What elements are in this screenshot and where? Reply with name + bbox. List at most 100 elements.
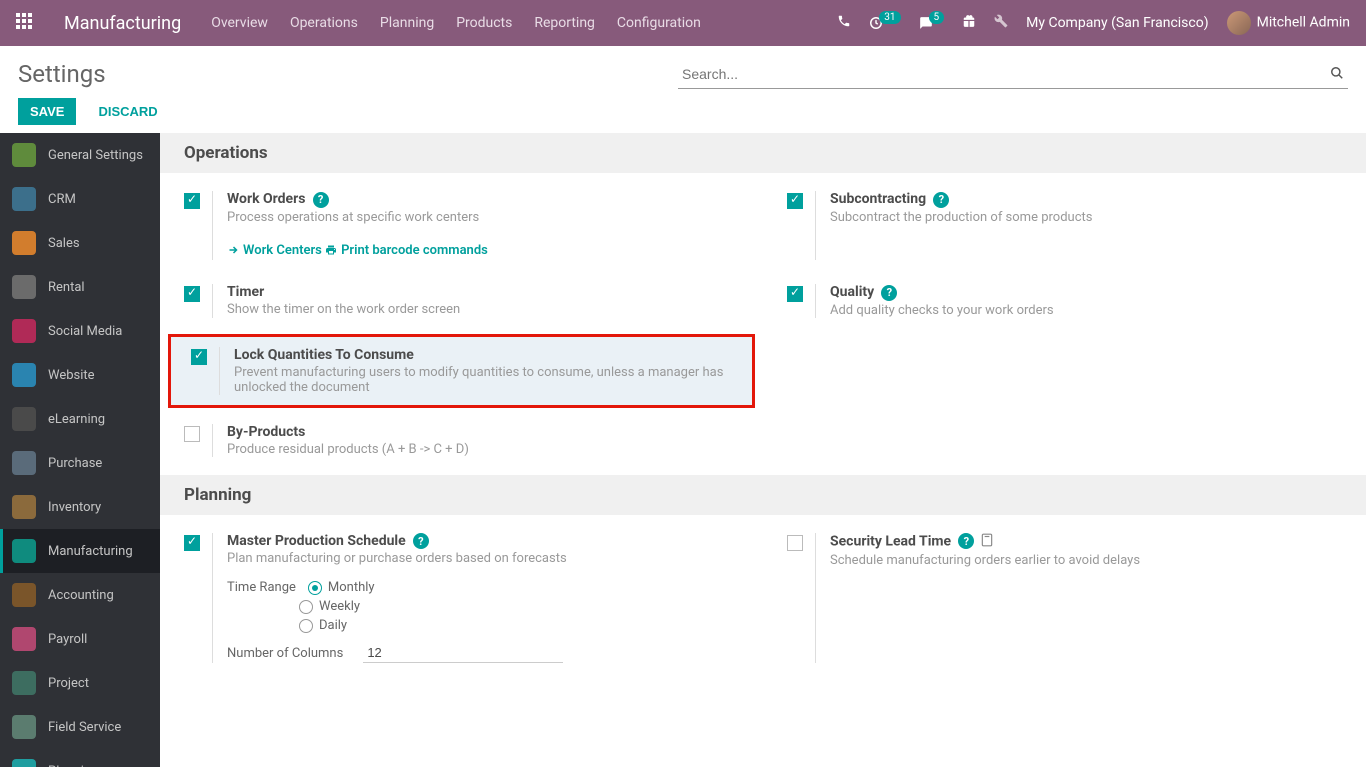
num-columns-input[interactable]: [363, 643, 563, 663]
quality-checkbox[interactable]: [787, 286, 803, 302]
module-icon: [12, 319, 36, 343]
topnav-overview[interactable]: Overview: [211, 15, 268, 31]
mps-checkbox[interactable]: [184, 535, 200, 551]
module-icon: [12, 143, 36, 167]
search-icon[interactable]: [1330, 66, 1344, 84]
timer-title: Timer: [227, 284, 264, 300]
sidebar-item-label: Purchase: [48, 456, 102, 471]
topnav-menu: Overview Operations Planning Products Re…: [211, 15, 701, 31]
topnav-planning[interactable]: Planning: [380, 15, 434, 31]
calculator-icon[interactable]: [980, 536, 994, 551]
work-centers-link[interactable]: Work Centers: [227, 243, 322, 258]
time-range-daily-radio[interactable]: [299, 619, 313, 633]
sidebar-item-planning[interactable]: Planning: [0, 749, 160, 767]
lock-quantities-checkbox[interactable]: [191, 349, 207, 365]
sidebar-item-sales[interactable]: Sales: [0, 221, 160, 265]
sidebar-item-label: Social Media: [48, 324, 122, 339]
sidebar-item-payroll[interactable]: Payroll: [0, 617, 160, 661]
mps-desc: Plan manufacturing or purchase orders ba…: [227, 551, 743, 566]
time-range-weekly-label: Weekly: [319, 599, 360, 614]
sidebar-item-rental[interactable]: Rental: [0, 265, 160, 309]
discuss-icon[interactable]: 5: [919, 16, 945, 30]
company-selector[interactable]: My Company (San Francisco): [1026, 15, 1208, 31]
work-orders-title: Work Orders: [227, 191, 305, 207]
page-title: Settings: [18, 60, 170, 88]
module-icon: [12, 275, 36, 299]
gift-icon[interactable]: [962, 14, 976, 32]
sidebar-item-purchase[interactable]: Purchase: [0, 441, 160, 485]
print-barcode-link[interactable]: Print barcode commands: [325, 243, 488, 258]
sidebar-item-general-settings[interactable]: General Settings: [0, 133, 160, 177]
topnav-operations[interactable]: Operations: [290, 15, 358, 31]
security-lead-title: Security Lead Time: [830, 533, 951, 549]
time-range-daily-label: Daily: [319, 618, 347, 633]
debug-icon[interactable]: [994, 14, 1008, 32]
by-products-desc: Produce residual products (A + B -> C + …: [227, 442, 743, 457]
work-orders-desc: Process operations at specific work cent…: [227, 210, 743, 225]
mps-title: Master Production Schedule: [227, 533, 406, 549]
user-menu[interactable]: Mitchell Admin: [1227, 11, 1350, 35]
by-products-title: By-Products: [227, 424, 305, 440]
quality-desc: Add quality checks to your work orders: [830, 303, 1346, 318]
sidebar-item-field-service[interactable]: Field Service: [0, 705, 160, 749]
save-button[interactable]: SAVE: [18, 98, 76, 125]
help-icon[interactable]: ?: [881, 285, 897, 301]
sidebar-item-label: Sales: [48, 236, 80, 251]
help-icon[interactable]: ?: [313, 192, 329, 208]
sidebar-item-manufacturing[interactable]: Manufacturing: [0, 529, 160, 573]
apps-launcher-icon[interactable]: [16, 13, 36, 33]
timer-desc: Show the timer on the work order screen: [227, 302, 743, 317]
module-icon: [12, 539, 36, 563]
sidebar-item-label: Inventory: [48, 500, 101, 515]
timer-checkbox[interactable]: [184, 286, 200, 302]
avatar-icon: [1227, 11, 1251, 35]
module-icon: [12, 495, 36, 519]
help-icon[interactable]: ?: [933, 192, 949, 208]
section-planning: Planning: [160, 475, 1366, 515]
sidebar-item-label: Project: [48, 676, 89, 691]
app-brand: Manufacturing: [64, 13, 181, 34]
quality-title: Quality: [830, 284, 874, 300]
sidebar-item-website[interactable]: Website: [0, 353, 160, 397]
sidebar-item-label: Rental: [48, 280, 85, 295]
subcontracting-checkbox[interactable]: [787, 193, 803, 209]
sidebar-item-label: Accounting: [48, 588, 114, 603]
topnav-reporting[interactable]: Reporting: [534, 15, 595, 31]
work-centers-label: Work Centers: [243, 243, 322, 258]
sidebar-item-inventory[interactable]: Inventory: [0, 485, 160, 529]
topnav-configuration[interactable]: Configuration: [617, 15, 701, 31]
topnav-products[interactable]: Products: [456, 15, 512, 31]
sidebar-item-crm[interactable]: CRM: [0, 177, 160, 221]
work-orders-checkbox[interactable]: [184, 193, 200, 209]
help-icon[interactable]: ?: [413, 533, 429, 549]
sidebar-item-label: Planning: [48, 764, 98, 768]
phone-icon[interactable]: [837, 14, 851, 32]
sidebar-item-social-media[interactable]: Social Media: [0, 309, 160, 353]
help-icon[interactable]: ?: [958, 533, 974, 549]
discard-button[interactable]: DISCARD: [86, 98, 169, 125]
time-range-weekly-radio[interactable]: [299, 600, 313, 614]
module-icon: [12, 363, 36, 387]
module-icon: [12, 187, 36, 211]
sidebar-item-accounting[interactable]: Accounting: [0, 573, 160, 617]
sidebar-item-label: Payroll: [48, 632, 87, 647]
module-icon: [12, 583, 36, 607]
sidebar-item-label: eLearning: [48, 412, 105, 427]
sidebar-item-label: Website: [48, 368, 95, 383]
by-products-checkbox[interactable]: [184, 426, 200, 442]
security-lead-desc: Schedule manufacturing orders earlier to…: [830, 553, 1346, 568]
activities-icon[interactable]: 31: [869, 16, 900, 30]
time-range-monthly-label: Monthly: [328, 580, 375, 595]
subcontracting-desc: Subcontract the production of some produ…: [830, 210, 1346, 225]
module-icon: [12, 231, 36, 255]
time-range-label: Time Range: [227, 580, 296, 595]
sidebar-item-elearning[interactable]: eLearning: [0, 397, 160, 441]
sidebar-item-project[interactable]: Project: [0, 661, 160, 705]
activities-badge: 31: [879, 11, 900, 24]
security-lead-checkbox[interactable]: [787, 535, 803, 551]
time-range-monthly-radio[interactable]: [308, 581, 322, 595]
search-input[interactable]: [678, 60, 1348, 89]
user-name: Mitchell Admin: [1257, 15, 1350, 31]
lock-quantities-desc: Prevent manufacturing users to modify qu…: [234, 365, 744, 395]
subcontracting-title: Subcontracting: [830, 191, 926, 207]
